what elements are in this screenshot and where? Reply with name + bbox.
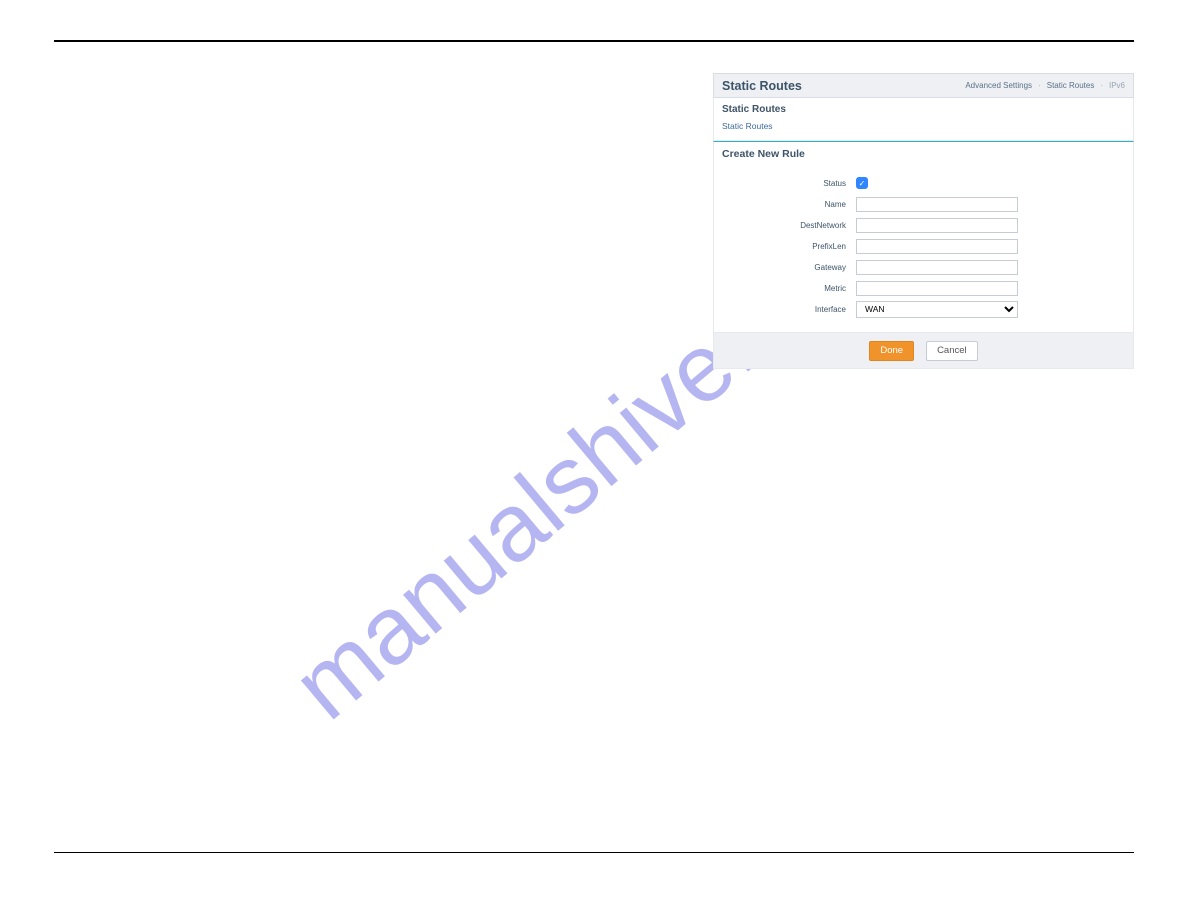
destnetwork-input[interactable] [856, 218, 1018, 233]
button-bar: Done Cancel [713, 333, 1134, 369]
label-name: Name [714, 200, 856, 209]
label-metric: Metric [714, 284, 856, 293]
divider-bottom [54, 852, 1134, 853]
form-body: Status ✓ Name DestNetwork PrefixLen Gate… [713, 166, 1134, 333]
label-destnetwork: DestNetwork [714, 221, 856, 230]
done-button[interactable]: Done [869, 341, 914, 361]
panel-title: Static Routes [722, 79, 802, 93]
interface-select[interactable]: WAN [856, 301, 1018, 318]
sub-section-link[interactable]: Static Routes [722, 121, 773, 131]
sub-section-title: Static Routes [722, 104, 1125, 115]
sub-section: Static Routes Static Routes [713, 98, 1134, 141]
metric-input[interactable] [856, 281, 1018, 296]
static-routes-panel: Static Routes Advanced Settings · Static… [713, 73, 1134, 369]
form-heading: Create New Rule [713, 141, 1134, 166]
breadcrumb: Advanced Settings · Static Routes · IPv6 [965, 81, 1125, 90]
breadcrumb-current: IPv6 [1109, 81, 1125, 90]
breadcrumb-advanced-settings[interactable]: Advanced Settings [965, 81, 1032, 90]
breadcrumb-sep: · [1038, 81, 1041, 90]
name-input[interactable] [856, 197, 1018, 212]
breadcrumb-static-routes[interactable]: Static Routes [1047, 81, 1095, 90]
panel-header: Static Routes Advanced Settings · Static… [713, 73, 1134, 98]
prefixlen-input[interactable] [856, 239, 1018, 254]
label-gateway: Gateway [714, 263, 856, 272]
cancel-button[interactable]: Cancel [926, 341, 978, 361]
gateway-input[interactable] [856, 260, 1018, 275]
status-checkbox[interactable]: ✓ [856, 177, 868, 189]
label-status: Status [714, 179, 856, 188]
divider-top [54, 40, 1134, 42]
label-interface: Interface [714, 305, 856, 314]
label-prefixlen: PrefixLen [714, 242, 856, 251]
breadcrumb-sep: · [1100, 81, 1103, 90]
